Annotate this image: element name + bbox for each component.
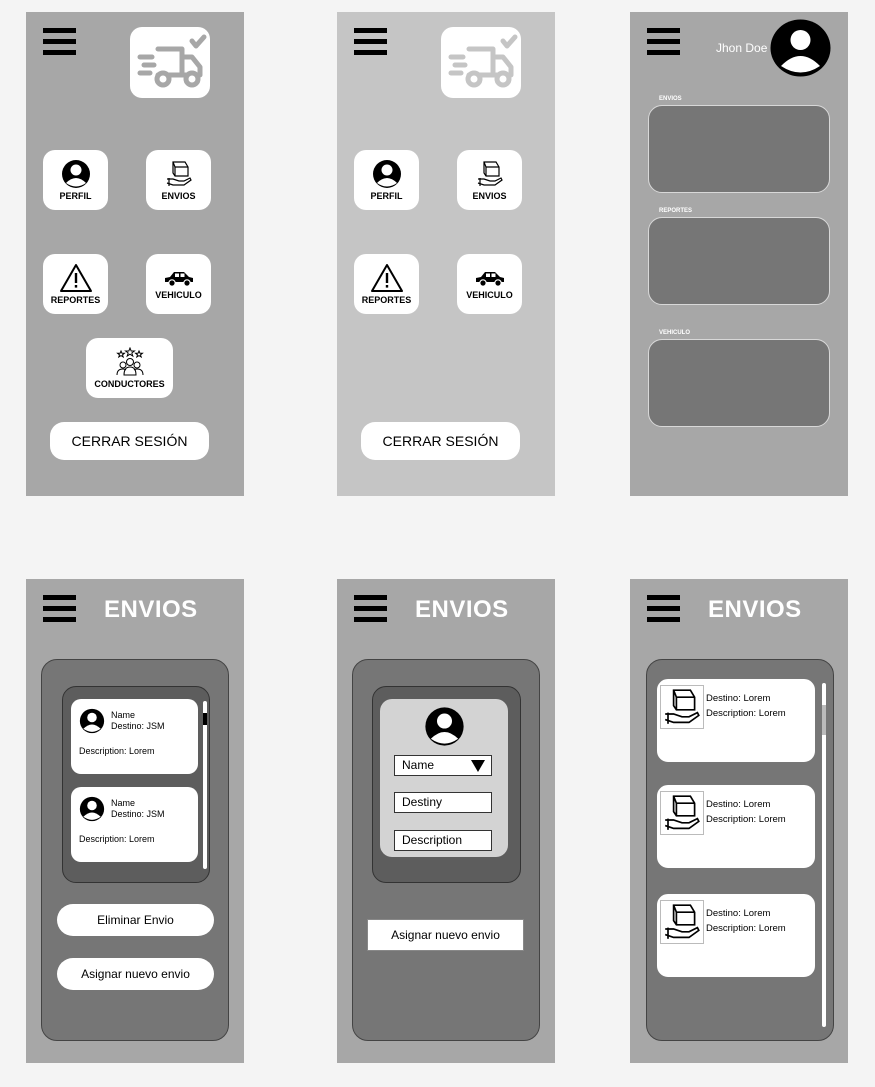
list-item[interactable]: Name Destino: JSM Description: Lorem bbox=[71, 787, 198, 862]
card-description: Description: Lorem bbox=[79, 746, 155, 756]
card-name: Name bbox=[111, 710, 136, 720]
section-label-vehiculo: VEHICULO bbox=[659, 330, 691, 336]
reportes-panel[interactable] bbox=[648, 217, 830, 305]
tile-label: VEHICULO bbox=[155, 290, 202, 300]
warning-icon bbox=[59, 264, 92, 292]
name-select[interactable]: Name bbox=[394, 755, 492, 776]
card-destino: Destino: Lorem bbox=[706, 799, 771, 810]
package-hand-icon bbox=[477, 161, 503, 186]
assign-form: Name Destiny Description bbox=[380, 699, 508, 857]
package-hand-icon bbox=[660, 791, 704, 835]
user-icon bbox=[61, 160, 90, 188]
user-icon bbox=[79, 796, 105, 822]
tile-label: PERFIL bbox=[59, 191, 92, 201]
envios-panel[interactable] bbox=[648, 105, 830, 193]
envios-outer-panel: Name Destino: JSM Description: Lorem Nam… bbox=[41, 659, 229, 1041]
envios-list-screen: ENVIOS Name Destino: JSM Description: Lo… bbox=[26, 579, 244, 1063]
package-hand-icon bbox=[660, 900, 704, 944]
menu-icon[interactable] bbox=[647, 28, 680, 58]
page-title: ENVIOS bbox=[708, 596, 802, 623]
scrollbar[interactable] bbox=[822, 683, 826, 1027]
page-title: ENVIOS bbox=[104, 596, 198, 623]
assign-shipment-button[interactable]: Asignar nuevo envio bbox=[367, 919, 524, 951]
car-icon bbox=[475, 272, 504, 287]
card-destino: Destino: JSM bbox=[111, 721, 165, 731]
menu-icon[interactable] bbox=[43, 28, 76, 58]
page-title: ENVIOS bbox=[415, 596, 509, 623]
description-field[interactable]: Description bbox=[394, 830, 492, 851]
tile-label: REPORTES bbox=[361, 295, 412, 305]
card-destino: Destino: JSM bbox=[111, 809, 165, 819]
team-stars-icon bbox=[115, 347, 144, 376]
warning-icon bbox=[370, 264, 403, 292]
profile-screen: Jhon Doe ENVIOS REPORTES VEHICULO bbox=[630, 12, 848, 496]
tile-label: CONDUCTORES bbox=[94, 379, 165, 389]
user-name: Jhon Doe bbox=[716, 41, 768, 55]
card-description: Description: Lorem bbox=[79, 834, 155, 844]
card-description: Description: Lorem bbox=[706, 923, 786, 934]
list-item[interactable]: Name Destino: JSM Description: Lorem bbox=[71, 699, 198, 774]
card-name: Name bbox=[111, 798, 136, 808]
list-item[interactable]: Destino: Lorem Description: Lorem bbox=[656, 893, 816, 978]
assign-form-panel: Name Destiny Description bbox=[372, 686, 521, 883]
avatar[interactable] bbox=[770, 19, 831, 77]
scrollbar[interactable] bbox=[203, 701, 207, 869]
driver-menu-screen: PERFIL ENVIOS REPORTES VEHICULO CERRAR S… bbox=[337, 12, 555, 496]
car-icon bbox=[164, 272, 193, 287]
menu-icon[interactable] bbox=[354, 595, 387, 625]
truck-logo-icon bbox=[130, 27, 210, 98]
driver-envios-screen: ENVIOS Destino: Lorem Description: Lorem… bbox=[630, 579, 848, 1063]
user-icon bbox=[425, 707, 464, 746]
user-icon bbox=[372, 160, 401, 188]
envios-list-panel: Name Destino: JSM Description: Lorem Nam… bbox=[62, 686, 210, 883]
tile-conductores[interactable]: CONDUCTORES bbox=[86, 338, 173, 398]
section-label-envios: ENVIOS bbox=[659, 96, 682, 102]
card-description: Description: Lorem bbox=[706, 814, 786, 825]
envios-assign-screen: ENVIOS Name Destiny Description Asignar … bbox=[337, 579, 555, 1063]
tile-label: ENVIOS bbox=[472, 191, 507, 201]
dropdown-arrow-icon bbox=[471, 760, 485, 772]
tile-envios[interactable]: ENVIOS bbox=[146, 150, 211, 210]
tile-label: ENVIOS bbox=[161, 191, 196, 201]
section-label-reportes: REPORTES bbox=[659, 208, 693, 214]
name-select-value: Name bbox=[402, 758, 435, 772]
tile-vehiculo[interactable]: VEHICULO bbox=[457, 254, 522, 314]
tile-label: REPORTES bbox=[50, 295, 101, 305]
destiny-field[interactable]: Destiny bbox=[394, 792, 492, 813]
delete-shipment-button[interactable]: Eliminar Envio bbox=[57, 904, 214, 936]
truck-logo-icon bbox=[441, 27, 521, 98]
vehiculo-panel[interactable] bbox=[648, 339, 830, 427]
package-hand-icon bbox=[660, 685, 704, 729]
user-icon bbox=[79, 708, 105, 734]
tile-label: PERFIL bbox=[370, 191, 403, 201]
menu-icon[interactable] bbox=[647, 595, 680, 625]
envios-outer-panel: Destino: Lorem Description: Lorem Destin… bbox=[646, 659, 834, 1041]
admin-menu-screen: PERFIL ENVIOS REPORTES VEHICULO CONDUCTO… bbox=[26, 12, 244, 496]
package-hand-icon bbox=[166, 161, 192, 186]
list-item[interactable]: Destino: Lorem Description: Lorem bbox=[656, 678, 816, 763]
tile-reportes[interactable]: REPORTES bbox=[354, 254, 419, 314]
tile-reportes[interactable]: REPORTES bbox=[43, 254, 108, 314]
tile-perfil[interactable]: PERFIL bbox=[43, 150, 108, 210]
tile-label: VEHICULO bbox=[466, 290, 513, 300]
menu-icon[interactable] bbox=[43, 595, 76, 625]
assign-shipment-button[interactable]: Asignar nuevo envio bbox=[57, 958, 214, 990]
envios-outer-panel: Name Destiny Description Asignar nuevo e… bbox=[352, 659, 540, 1041]
scrollbar-thumb[interactable] bbox=[822, 705, 826, 735]
logout-button[interactable]: CERRAR SESIÓN bbox=[361, 422, 520, 460]
logout-button[interactable]: CERRAR SESIÓN bbox=[50, 422, 209, 460]
tile-envios[interactable]: ENVIOS bbox=[457, 150, 522, 210]
scrollbar-thumb[interactable] bbox=[203, 713, 207, 725]
user-icon bbox=[770, 19, 831, 77]
card-destino: Destino: Lorem bbox=[706, 908, 771, 919]
card-destino: Destino: Lorem bbox=[706, 693, 771, 704]
tile-perfil[interactable]: PERFIL bbox=[354, 150, 419, 210]
tile-vehiculo[interactable]: VEHICULO bbox=[146, 254, 211, 314]
card-description: Description: Lorem bbox=[706, 708, 786, 719]
menu-icon[interactable] bbox=[354, 28, 387, 58]
list-item[interactable]: Destino: Lorem Description: Lorem bbox=[656, 784, 816, 869]
